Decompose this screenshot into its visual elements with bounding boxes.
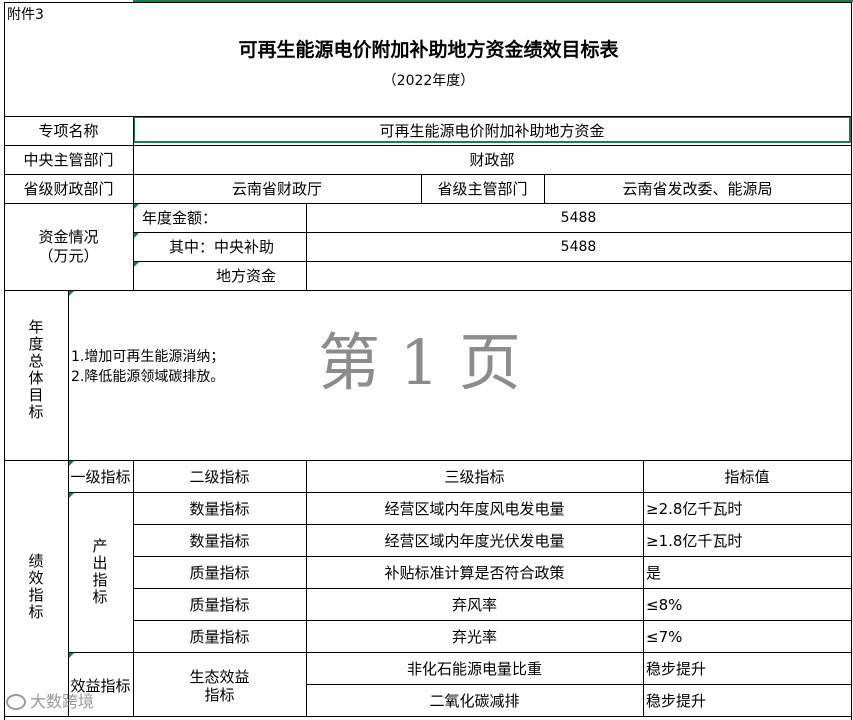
grid-line (4, 2, 5, 720)
row-level3[interactable]: 补贴标准计算是否符合政策 (306, 564, 643, 582)
cell-marker (69, 461, 74, 466)
header-level2[interactable]: 二级指标 (133, 468, 306, 486)
grid-line (68, 492, 852, 493)
grid-line (851, 2, 852, 720)
grid-line (4, 290, 852, 291)
cell-marker (134, 233, 139, 238)
grid-line (4, 460, 852, 461)
eco-benefit-line2[interactable]: 指标 (133, 686, 306, 704)
row-value[interactable]: 稳步提升 (646, 660, 706, 678)
prov-dept-value[interactable]: 云南省发改委、能源局 (544, 180, 851, 198)
annex-label: 附件3 (7, 7, 44, 23)
row-value[interactable]: 是 (646, 564, 661, 582)
funds-label-line2[interactable]: （万元） (4, 247, 133, 265)
central-dept-value[interactable]: 财政部 (133, 151, 851, 169)
year-label: （2022年度） (382, 73, 475, 89)
grid-line (133, 588, 852, 589)
row-level3[interactable]: 二氧化碳减排 (306, 692, 643, 710)
row-level3[interactable]: 弃光率 (306, 628, 643, 646)
corner-watermark-text: 大数跨境 (30, 692, 95, 711)
project-name-value[interactable]: 可再生能源电价附加补助地方资金 (133, 122, 851, 140)
grid-line (133, 261, 852, 262)
row-value[interactable]: ≤7% (646, 628, 682, 646)
row-level3[interactable]: 弃风率 (306, 596, 643, 614)
row-level2[interactable]: 质量指标 (133, 628, 306, 646)
grid-line (306, 684, 852, 685)
local-funds-label[interactable]: 地方资金 (216, 267, 276, 285)
annual-amount-value[interactable]: 5488 (306, 209, 851, 227)
grid-line (4, 2, 852, 3)
funds-label-line1[interactable]: 资金情况 (4, 228, 133, 246)
grid-line (68, 652, 852, 653)
goal-line2[interactable]: 2.降低能源领域碳排放。 (71, 368, 224, 386)
prov-finance-label[interactable]: 省级财政部门 (4, 180, 133, 198)
central-subsidy-value[interactable]: 5488 (306, 238, 851, 256)
grid-line (133, 524, 852, 525)
row-value[interactable]: 稳步提升 (646, 692, 706, 710)
goal-line1[interactable]: 1.增加可再生能源消纳； (71, 348, 224, 366)
central-subsidy-label[interactable]: 其中：中央补助 (169, 238, 274, 256)
grid-line (4, 716, 852, 717)
output-label[interactable]: 产出指标 (90, 538, 110, 606)
annual-amount-label[interactable]: 年度金额： (142, 209, 217, 227)
row-level3[interactable]: 经营区域内年度光伏发电量 (306, 532, 643, 550)
page-watermark: 第 1 页 (318, 326, 521, 399)
row-value[interactable]: ≥1.8亿千瓦时 (646, 532, 742, 550)
row-value[interactable]: ≥2.8亿千瓦时 (646, 500, 742, 518)
header-level3[interactable]: 三级指标 (306, 468, 643, 486)
corner-watermark-logo (6, 694, 26, 710)
row-level2[interactable]: 质量指标 (133, 596, 306, 614)
row-level3[interactable]: 非化石能源电量比重 (306, 660, 643, 678)
cell-marker (69, 653, 74, 658)
cell-marker (134, 204, 139, 209)
row-value[interactable]: ≤8% (646, 596, 682, 614)
perf-label[interactable]: 绩效指标 (26, 553, 46, 621)
page-title: 可再生能源电价附加补助地方资金绩效目标表 (238, 39, 619, 61)
grid-line (4, 174, 852, 175)
grid-line (643, 460, 644, 717)
prov-finance-value[interactable]: 云南省财政厅 (133, 180, 421, 198)
project-name-label[interactable]: 专项名称 (4, 122, 133, 140)
grid-line (4, 203, 852, 204)
row-level3[interactable]: 经营区域内年度风电发电量 (306, 500, 643, 518)
grid-line (306, 460, 307, 717)
cell-marker (134, 262, 139, 267)
grid-line (133, 620, 852, 621)
header-value[interactable]: 指标值 (643, 468, 851, 486)
row-level2[interactable]: 质量指标 (133, 564, 306, 582)
goal-label[interactable]: 年度总体目标 (26, 319, 46, 421)
row-level2[interactable]: 数量指标 (133, 532, 306, 550)
eco-benefit-line1[interactable]: 生态效益 (133, 668, 306, 686)
header-level1[interactable]: 一级指标 (68, 468, 133, 486)
cell-marker (69, 493, 74, 498)
grid-line (4, 116, 852, 117)
central-dept-label[interactable]: 中央主管部门 (4, 151, 133, 169)
grid-line (133, 556, 852, 557)
cell-marker (69, 291, 74, 296)
grid-line (4, 145, 852, 146)
row-level2[interactable]: 数量指标 (133, 500, 306, 518)
prov-dept-label[interactable]: 省级主管部门 (421, 180, 544, 198)
grid-line (133, 232, 852, 233)
